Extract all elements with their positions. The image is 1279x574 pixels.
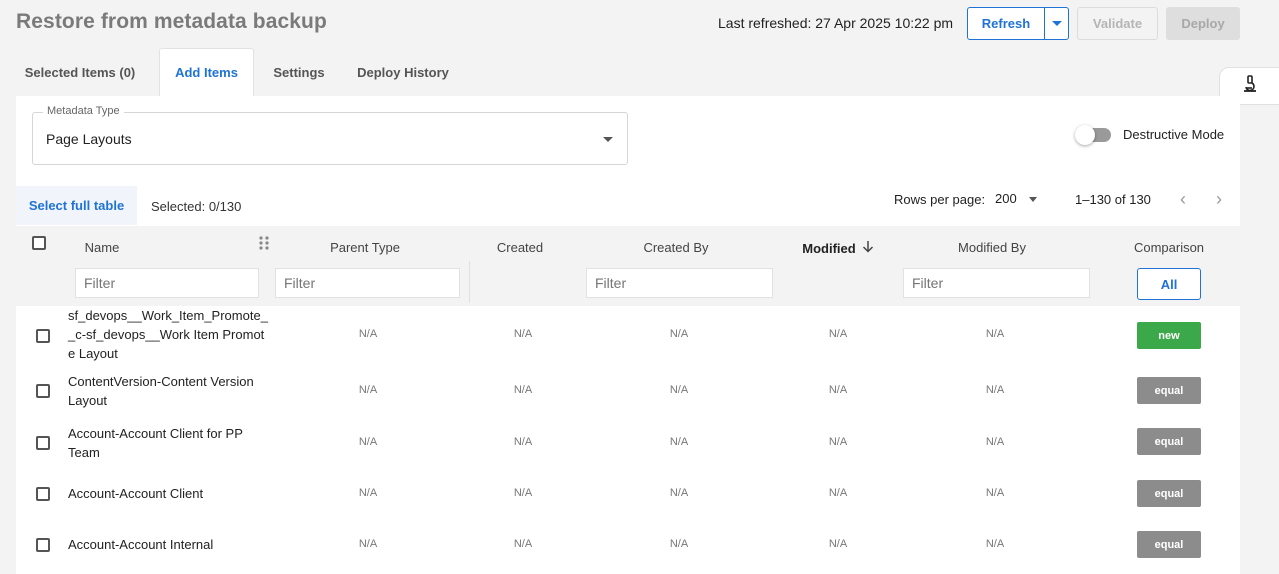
deploy-button[interactable]: Deploy [1166, 7, 1240, 40]
destructive-mode-toggle[interactable] [1075, 125, 1111, 145]
row-modified-by: N/A [985, 384, 1005, 396]
toggle-thumb [1075, 125, 1095, 145]
destructive-mode-label: Destructive Mode [1123, 127, 1225, 142]
row-parent-type: N/A [358, 487, 378, 499]
table-row[interactable]: sf_devops__Work_Item_Promote__c-sf_devop… [16, 306, 1240, 364]
column-created[interactable]: Created [474, 240, 566, 255]
row-parent-type: N/A [358, 436, 378, 448]
row-modified-by: N/A [985, 487, 1005, 499]
row-created-by: N/A [669, 436, 689, 448]
row-modified: N/A [828, 328, 848, 340]
row-created-by: N/A [669, 538, 689, 550]
created-by-filter-input[interactable] [586, 268, 773, 298]
chevron-right-icon: › [1216, 188, 1222, 209]
selected-count: Selected: 0/130 [151, 199, 242, 214]
row-created: N/A [513, 436, 533, 448]
row-created-by: N/A [669, 487, 689, 499]
column-modified-by[interactable]: Modified By [936, 240, 1048, 255]
row-modified: N/A [828, 487, 848, 499]
select-all-checkbox[interactable] [32, 236, 46, 250]
row-modified-by: N/A [985, 538, 1005, 550]
refresh-button[interactable]: Refresh [967, 7, 1045, 40]
row-modified: N/A [828, 436, 848, 448]
name-filter-input[interactable] [75, 268, 259, 298]
pagination-range: 1–130 of 130 [1075, 192, 1151, 207]
row-checkbox[interactable] [36, 329, 50, 343]
row-checkbox[interactable] [36, 487, 50, 501]
table-row[interactable]: ContentVersion-Content Version Layout N/… [16, 372, 1240, 412]
validate-button[interactable]: Validate [1077, 7, 1158, 40]
microscope-icon [1241, 74, 1259, 98]
row-modified-by: N/A [985, 436, 1005, 448]
row-name: Account-Account Internal [68, 537, 214, 552]
row-created: N/A [513, 384, 533, 396]
drag-handle-icon[interactable] [259, 236, 269, 255]
row-created: N/A [513, 487, 533, 499]
row-created-by: N/A [669, 384, 689, 396]
rows-per-page-select[interactable]: 200 [995, 191, 1041, 209]
row-modified-by: N/A [985, 328, 1005, 340]
column-created-by[interactable]: Created By [616, 240, 736, 255]
row-created: N/A [513, 538, 533, 550]
row-name: sf_devops__Work_Item_Promote__c-sf_devop… [68, 308, 268, 361]
column-comparison[interactable]: Comparison [1121, 240, 1217, 255]
column-parent-type[interactable]: Parent Type [304, 240, 426, 255]
column-divider [469, 261, 470, 303]
comparison-badge-equal[interactable]: equal [1137, 377, 1201, 404]
column-name[interactable]: Name [68, 240, 136, 255]
select-full-table-button[interactable]: Select full table [16, 186, 137, 225]
row-checkbox[interactable] [36, 384, 50, 398]
comparison-all-button[interactable]: All [1137, 268, 1201, 300]
table-row[interactable]: Account-Account Client N/A N/A N/A N/A N… [16, 480, 1240, 507]
row-name: Account-Account Client for PP Team [68, 426, 243, 460]
row-created-by: N/A [669, 328, 689, 340]
refresh-dropdown-button[interactable] [1044, 7, 1069, 40]
row-parent-type: N/A [358, 538, 378, 550]
row-checkbox[interactable] [36, 538, 50, 552]
comparison-badge-equal[interactable]: equal [1137, 531, 1201, 558]
next-page-button[interactable]: › [1212, 189, 1226, 209]
add-items-panel: Metadata Type Page Layouts Destructive M… [16, 96, 1240, 574]
metadata-type-value: Page Layouts [46, 131, 132, 147]
column-modified[interactable]: Modified [796, 240, 880, 256]
modified-by-filter-input[interactable] [903, 268, 1090, 298]
prev-page-button[interactable]: ‹ [1176, 189, 1190, 209]
chevron-left-icon: ‹ [1180, 188, 1186, 209]
arrow-down-icon [862, 240, 874, 256]
comparison-badge-equal[interactable]: equal [1137, 480, 1201, 507]
page-title: Restore from metadata backup [16, 10, 327, 33]
table-row[interactable]: Account-Account Client for PP Team N/A N… [16, 424, 1240, 464]
parent-type-filter-input[interactable] [275, 268, 460, 298]
tab-deploy-history[interactable]: Deploy History [349, 48, 457, 96]
table-header: Name Parent Type Created Created By Modi… [16, 226, 1240, 306]
metadata-type-select[interactable]: Metadata Type Page Layouts [32, 105, 628, 165]
row-modified: N/A [828, 384, 848, 396]
row-parent-type: N/A [358, 328, 378, 340]
row-name: ContentVersion-Content Version Layout [68, 374, 254, 408]
rows-per-page-label: Rows per page: [894, 192, 986, 207]
row-created: N/A [513, 328, 533, 340]
comparison-badge-equal[interactable]: equal [1137, 428, 1201, 455]
row-checkbox[interactable] [36, 436, 50, 450]
column-modified-label: Modified [802, 240, 856, 256]
table-row[interactable]: Account-Account Internal N/A N/A N/A N/A… [16, 531, 1240, 558]
row-modified: N/A [828, 538, 848, 550]
rows-per-page-value: 200 [995, 191, 1017, 206]
comparison-badge-new[interactable]: new [1137, 322, 1201, 349]
tab-add-items[interactable]: Add Items [159, 48, 254, 96]
tab-selected-items[interactable]: Selected Items (0) [16, 48, 144, 96]
last-refreshed-text: Last refreshed: 27 Apr 2025 10:22 pm [718, 15, 954, 31]
chevron-down-icon [603, 137, 613, 142]
caret-down-icon [1051, 21, 1062, 26]
row-parent-type: N/A [358, 384, 378, 396]
tab-settings[interactable]: Settings [266, 48, 332, 96]
row-name: Account-Account Client [68, 486, 204, 501]
metadata-type-label: Metadata Type [43, 105, 124, 117]
page-header: Restore from metadata backup Last refres… [0, 0, 1279, 46]
chevron-down-icon [1029, 197, 1037, 202]
